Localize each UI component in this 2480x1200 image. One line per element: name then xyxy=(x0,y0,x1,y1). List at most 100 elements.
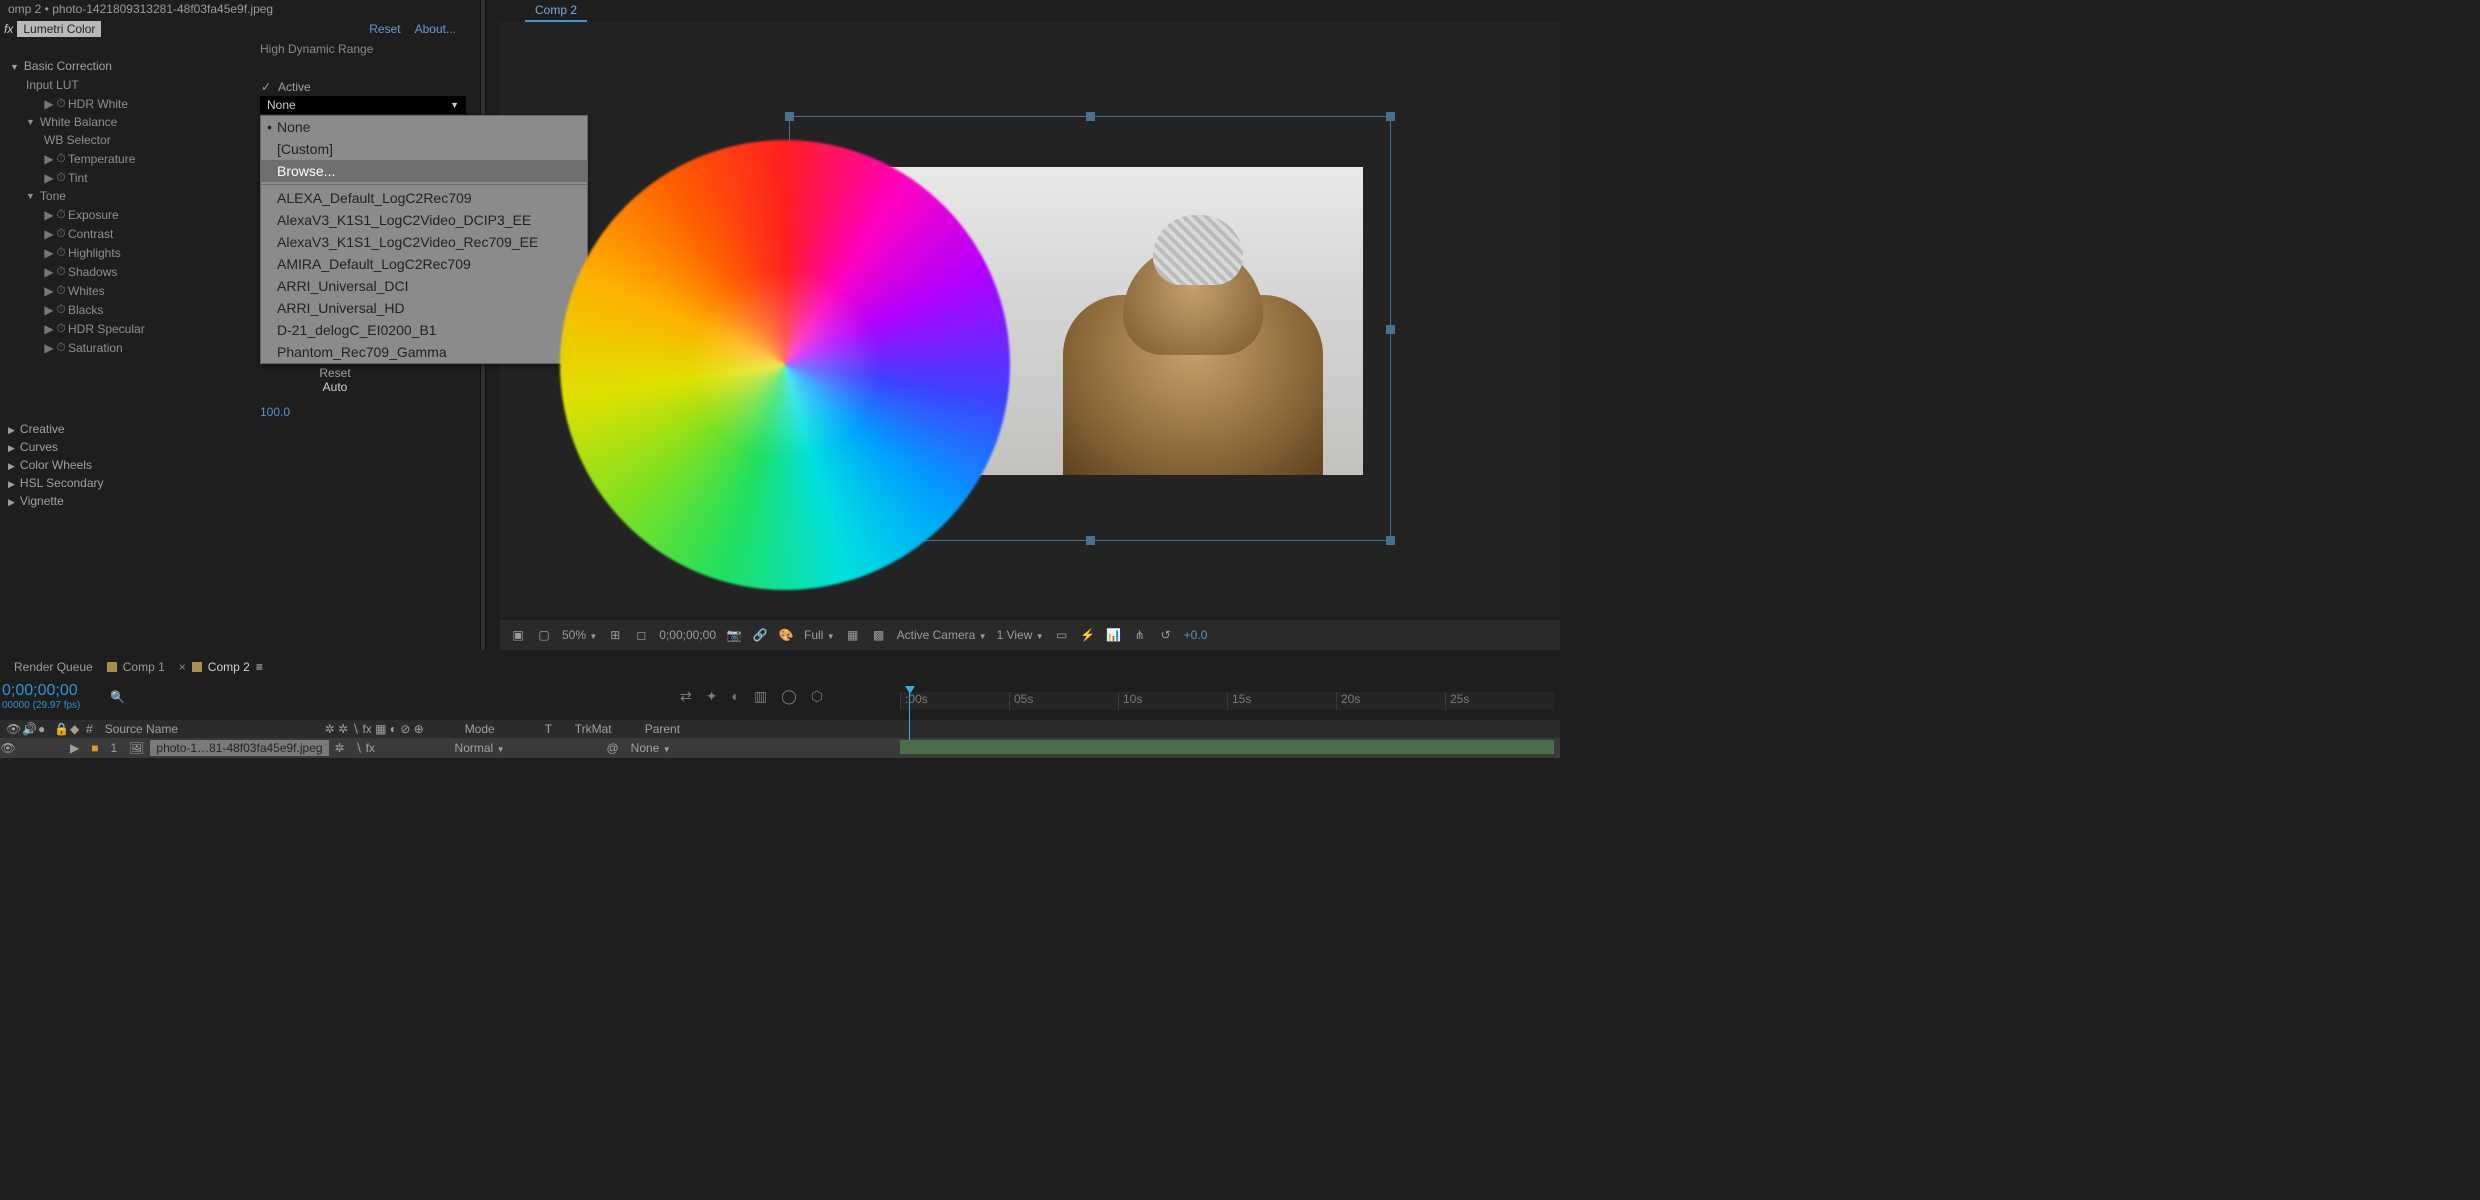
layer-mode[interactable]: Normal ▼ xyxy=(449,741,511,755)
section-hsl-secondary[interactable]: HSL Secondary xyxy=(8,474,104,492)
about-link[interactable]: About... xyxy=(415,22,456,36)
tab-render-queue[interactable]: Render Queue xyxy=(14,660,93,674)
section-vignette[interactable]: Vignette xyxy=(8,492,104,510)
snapshot-icon[interactable]: 📷 xyxy=(726,628,742,642)
handle-top-mid[interactable] xyxy=(1086,112,1095,121)
pixel-aspect-icon[interactable]: ▭ xyxy=(1054,628,1070,642)
col-switches: ✲ ✲ ∖ fx ▦ ◐ ⊘ ⊕ xyxy=(319,722,459,736)
lut-item[interactable]: ARRI_Universal_HD xyxy=(261,297,587,319)
tone-reset-button[interactable]: Reset xyxy=(300,366,370,380)
viewer-footer: ▣ ▢ 50% ▼ ⊞ ◻ 0;00;00;00 📷 🔗 🎨 Full ▼ ▦ … xyxy=(500,620,1560,650)
graph-editor-icon[interactable]: ▥ xyxy=(754,688,767,705)
tab-comp2[interactable]: ×Comp 2≡ xyxy=(179,660,263,674)
section-basic-correction[interactable]: Basic Correction xyxy=(0,56,470,76)
timeline-icon[interactable]: 📊 xyxy=(1106,628,1122,642)
exposure-value[interactable]: +0.0 xyxy=(1184,628,1208,642)
stopwatch-icon[interactable]: ⏱ xyxy=(54,283,68,298)
stopwatch-icon[interactable]: ⏱ xyxy=(54,170,68,185)
audio-icon[interactable]: 🔊 xyxy=(16,722,32,736)
eye-icon[interactable]: 👁 xyxy=(0,722,16,736)
zoom-dropdown[interactable]: 50% ▼ xyxy=(562,628,597,642)
effect-name[interactable]: Lumetri Color xyxy=(17,21,101,37)
stopwatch-icon[interactable]: ⏱ xyxy=(54,321,68,336)
fast-preview-icon[interactable]: ⚡ xyxy=(1080,628,1096,642)
lut-item[interactable]: ARRI_Universal_DCI xyxy=(261,275,587,297)
resolution-icon[interactable]: ⊞ xyxy=(607,628,623,642)
lut-item-browse[interactable]: Browse... xyxy=(261,160,587,182)
stopwatch-icon[interactable]: ⏱ xyxy=(54,340,68,355)
viewer-tab-comp2[interactable]: Comp 2 xyxy=(525,0,587,22)
close-icon[interactable]: × xyxy=(179,660,186,674)
keyframe-arrow-icon[interactable]: ▶ xyxy=(44,97,54,111)
section-creative[interactable]: Creative xyxy=(8,420,104,438)
roi-icon[interactable]: ◻ xyxy=(633,628,649,642)
stopwatch-icon[interactable]: ⏱ xyxy=(54,245,68,260)
time-ruler[interactable]: :00s 05s 10s 15s 20s 25s xyxy=(900,692,1554,710)
lut-item-custom[interactable]: [Custom] xyxy=(261,138,587,160)
frame-blend-icon[interactable]: ✦ xyxy=(706,688,718,705)
current-time-indicator[interactable] xyxy=(902,686,914,698)
handle-bot-mid[interactable] xyxy=(1086,536,1095,545)
label-icon[interactable]: ◆ xyxy=(64,722,80,736)
guides-icon[interactable]: ▩ xyxy=(871,628,887,642)
lut-item[interactable]: Phantom_Rec709_Gamma xyxy=(261,341,587,363)
tab-menu-icon[interactable]: ≡ xyxy=(256,660,263,674)
active-checkbox[interactable]: ✓ xyxy=(260,81,272,93)
input-lut-dropdown[interactable]: None▼ xyxy=(260,96,466,114)
lut-item-none[interactable]: None xyxy=(261,116,587,138)
camera-dropdown[interactable]: Active Camera ▼ xyxy=(897,628,987,642)
section-curves[interactable]: Curves xyxy=(8,438,104,456)
tone-auto-button[interactable]: Auto xyxy=(300,380,370,394)
grid-icon[interactable]: ▦ xyxy=(845,628,861,642)
transparency-grid-icon[interactable]: ▢ xyxy=(536,628,552,642)
handle-bot-right[interactable] xyxy=(1386,536,1395,545)
tab-comp1[interactable]: Comp 1 xyxy=(107,660,165,674)
project-tab[interactable]: omp 2 • photo-1421809313281-48f03fa45e9f… xyxy=(0,0,281,18)
always-preview-icon[interactable]: ▣ xyxy=(510,628,526,642)
layer-duration-bar[interactable] xyxy=(900,740,1554,754)
lut-item[interactable]: AlexaV3_K1S1_LogC2Video_Rec709_EE xyxy=(261,231,587,253)
stopwatch-icon[interactable]: ⏱ xyxy=(54,264,68,279)
twirl-icon[interactable]: ▶ xyxy=(64,741,85,755)
view-count-dropdown[interactable]: 1 View ▼ xyxy=(997,628,1044,642)
current-timecode[interactable]: 0;00;00;00 xyxy=(2,682,80,700)
handle-top-left[interactable] xyxy=(785,112,794,121)
solo-icon[interactable]: ● xyxy=(32,722,48,736)
channel-icon[interactable]: 🔗 xyxy=(752,628,768,642)
draft3d-icon[interactable]: ◯ xyxy=(781,688,797,705)
handle-mid-right[interactable] xyxy=(1386,325,1395,334)
lock-icon[interactable]: 🔒 xyxy=(48,722,64,736)
motion-blur-icon[interactable]: ◐ xyxy=(731,688,739,705)
stopwatch-icon[interactable]: ⏱ xyxy=(54,207,68,222)
lut-item[interactable]: AMIRA_Default_LogC2Rec709 xyxy=(261,253,587,275)
stopwatch-icon[interactable]: ⏱ xyxy=(54,96,68,111)
stopwatch-icon[interactable]: ⏱ xyxy=(54,151,68,166)
shy-icon[interactable]: ⇄ xyxy=(680,688,692,705)
col-source-name[interactable]: Source Name xyxy=(99,722,319,736)
lut-item[interactable]: D-21_delogC_EI0200_B1 xyxy=(261,319,587,341)
color-mgmt-icon[interactable]: 🎨 xyxy=(778,628,794,642)
chevron-down-icon: ▼ xyxy=(450,100,459,110)
saturation-value[interactable]: 100.0 xyxy=(260,405,290,419)
layer-parent[interactable]: None ▼ xyxy=(625,741,677,755)
parent-pickwhip-icon[interactable]: @ xyxy=(600,741,624,755)
handle-top-right[interactable] xyxy=(1386,112,1395,121)
stopwatch-icon[interactable]: ⏱ xyxy=(54,226,68,241)
input-lut-menu[interactable]: None [Custom] Browse... ALEXA_Default_Lo… xyxy=(260,115,588,364)
reset-link[interactable]: Reset xyxy=(369,22,400,36)
col-parent: Parent xyxy=(639,722,719,736)
stopwatch-icon[interactable]: ⏱ xyxy=(54,302,68,317)
flowchart-icon[interactable]: ⋔ xyxy=(1132,628,1148,642)
search-icon[interactable]: 🔍 xyxy=(110,690,125,704)
layer-name[interactable]: photo-1…81-48f03fa45e9f.jpeg xyxy=(150,740,328,756)
hdr-checkbox-label[interactable]: High Dynamic Range xyxy=(260,42,373,56)
render-icon[interactable]: ⬡ xyxy=(811,688,823,705)
lut-item[interactable]: AlexaV3_K1S1_LogC2Video_DCIP3_EE xyxy=(261,209,587,231)
layer-switches[interactable]: ✲ ∖ fx xyxy=(329,741,449,755)
viewer-timecode[interactable]: 0;00;00;00 xyxy=(659,628,716,642)
lut-item[interactable]: ALEXA_Default_LogC2Rec709 xyxy=(261,187,587,209)
reset-exposure-icon[interactable]: ↺ xyxy=(1158,628,1174,642)
section-color-wheels[interactable]: Color Wheels xyxy=(8,456,104,474)
resolution-dropdown[interactable]: Full ▼ xyxy=(804,628,835,642)
eye-toggle[interactable]: 👁 xyxy=(0,741,16,755)
